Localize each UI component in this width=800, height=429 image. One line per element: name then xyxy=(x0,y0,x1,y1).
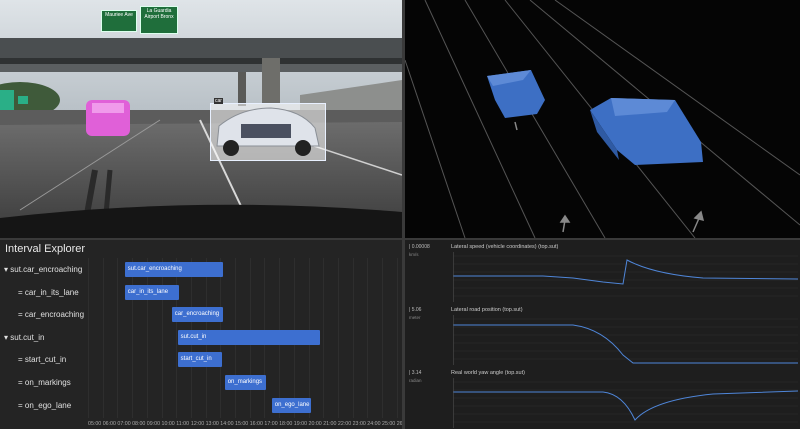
plot-canvas[interactable] xyxy=(453,315,798,365)
plot-current-value: | 0.00008 xyxy=(409,244,430,250)
interval-row-label[interactable]: ▾ sut.cut_in xyxy=(4,333,44,342)
time-tick-label: 25:00 xyxy=(382,421,396,427)
signal-plots-panel: | 0.00008 km/s Lateral speed (vehicle coor… xyxy=(405,240,800,429)
signal-line xyxy=(453,390,798,421)
time-tick-label: 23:00 xyxy=(352,421,366,427)
3d-car-near xyxy=(590,98,703,165)
signal-plot[interactable]: | 3.14 radian Real world yaw angle (top.su… xyxy=(405,366,800,428)
signal-plot[interactable]: | 0.00008 km/s Lateral speed (vehicle coor… xyxy=(405,240,800,302)
time-tick-label: 17:00 xyxy=(264,421,278,427)
gridline xyxy=(323,258,325,418)
highway-sign-right: La Guardia Airport Bronx xyxy=(140,6,178,34)
interval-bar[interactable]: sut.cut_in xyxy=(177,329,321,345)
time-tick-label: 13:00 xyxy=(205,421,219,427)
time-tick-label: 21:00 xyxy=(323,421,337,427)
interval-bar[interactable]: on_ego_lane xyxy=(271,397,312,413)
time-tick-label: 16:00 xyxy=(249,421,263,427)
panel-title: Interval Explorer xyxy=(5,243,86,255)
gridline xyxy=(337,258,339,418)
gridline xyxy=(146,258,148,418)
time-tick-label: 19:00 xyxy=(293,421,308,427)
time-tick-label: 14:00 xyxy=(220,421,234,427)
3d-scene-canvas[interactable] xyxy=(405,0,800,238)
plot-canvas[interactable] xyxy=(453,378,798,428)
interval-row-label[interactable]: = car_encroaching xyxy=(18,310,84,319)
plot-canvas[interactable] xyxy=(453,252,798,302)
gridline xyxy=(352,258,354,418)
gridline xyxy=(396,258,398,418)
interval-bar[interactable]: start_cut_in xyxy=(177,352,222,368)
time-tick-label: 05:00 xyxy=(88,421,102,427)
time-tick-label: 26:00 xyxy=(396,421,402,427)
gridline xyxy=(117,258,119,418)
interval-bar[interactable]: car_in_its_lane xyxy=(124,284,180,300)
time-tick-label: 11:00 xyxy=(176,421,190,427)
interval-row-label[interactable]: = car_in_its_lane xyxy=(18,288,79,297)
bbox-label: car xyxy=(214,98,223,104)
interval-bar[interactable]: on_markings xyxy=(224,375,266,390)
time-tick-label: 08:00 xyxy=(132,421,146,427)
highway-sign-left: Mauriee Ave xyxy=(101,10,137,32)
detection-bbox xyxy=(210,103,326,161)
time-tick-label: 07:00 xyxy=(117,421,131,427)
gridline xyxy=(161,258,163,418)
gridline xyxy=(88,258,89,418)
3d-scene-view[interactable] xyxy=(405,0,800,238)
signal-line xyxy=(453,324,798,364)
3d-car-far xyxy=(487,70,545,118)
time-tick-label: 12:00 xyxy=(190,421,205,427)
detected-car xyxy=(216,107,320,156)
camera-image xyxy=(0,0,402,238)
plot-current-value: | 5.06 xyxy=(409,307,422,313)
plot-unit: meter xyxy=(409,315,421,320)
time-tick-label: 10:00 xyxy=(161,421,175,427)
signal-plot[interactable]: | 5.06 meter Lateral road position (top.su… xyxy=(405,303,800,365)
interval-bar[interactable]: car_encroaching xyxy=(171,307,224,323)
plot-unit: km/s xyxy=(409,252,419,257)
time-tick-label: 09:00 xyxy=(146,421,161,427)
gridline xyxy=(382,258,383,418)
interval-bar[interactable]: sut.car_encroaching xyxy=(124,262,224,277)
gridline xyxy=(132,258,134,418)
interval-row-label[interactable]: = on_ego_lane xyxy=(18,401,71,410)
interval-row-label[interactable]: = start_cut_in xyxy=(18,355,66,364)
time-tick-label: 18:00 xyxy=(279,421,293,427)
time-tick-label: 24:00 xyxy=(367,421,381,427)
time-tick-label: 15:00 xyxy=(235,421,249,427)
gridline xyxy=(102,258,104,418)
interval-row-label[interactable]: ▾ sut.car_encroaching xyxy=(4,265,82,274)
time-tick-label: 20:00 xyxy=(308,421,322,427)
time-tick-label: 22:00 xyxy=(337,421,352,427)
plot-current-value: | 3.14 xyxy=(409,370,422,376)
interval-row-label[interactable]: = on_markings xyxy=(18,378,71,387)
interval-explorer-panel: Interval Explorer ▾ sut.car_encroachings… xyxy=(0,240,402,429)
plot-title: Lateral road position (top.sut) xyxy=(451,307,523,313)
segmented-car-left xyxy=(86,100,130,136)
camera-view: Mauriee Ave La Guardia Airport Bronx car xyxy=(0,0,402,238)
plot-title: Lateral speed (vehicle coordinates) (top… xyxy=(451,244,559,250)
time-tick-label: 06:00 xyxy=(102,421,116,427)
plot-unit: radian xyxy=(409,378,422,383)
gridline xyxy=(367,258,369,418)
plot-title: Real world yaw angle (top.sut) xyxy=(451,370,525,376)
